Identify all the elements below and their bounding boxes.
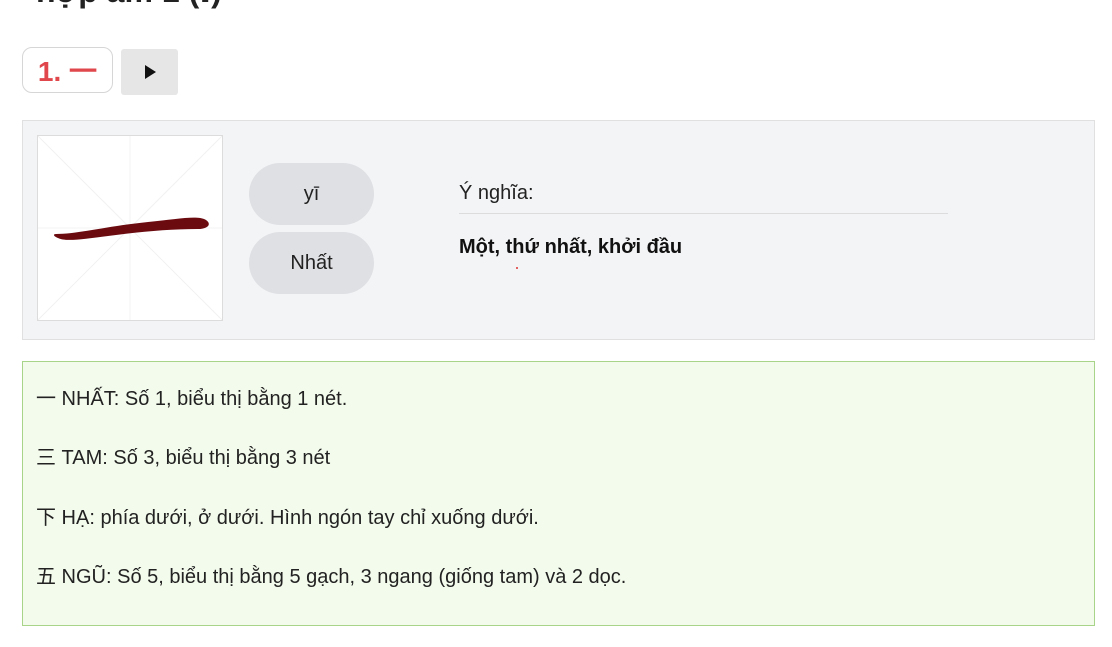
note-item: 下 HẠ: phía dưới, ở dưới. Hình ngón tay c… [36,501,539,530]
note-text: HẠ: phía dưới, ở dưới. Hình ngón tay chỉ… [56,507,539,529]
stroke-animation-box [37,135,223,321]
decorative-dot [516,267,518,269]
han-viet-button[interactable]: Nhất [249,232,374,294]
play-button[interactable] [121,49,178,95]
note-text: TAM: Số 3, biểu thị bằng 3 nét [56,447,331,469]
meaning-label: Ý nghĩa: [459,182,534,204]
note-item: 一 NHẤT: Số 1, biểu thị bằng 1 nét. [36,382,347,411]
meaning-text: Một, thứ nhất, khởi đầu [459,236,683,258]
note-text: NHẤT: Số 1, biểu thị bằng 1 nét. [56,388,348,410]
stroke-diagram [37,135,223,321]
play-icon [144,65,156,79]
character-card: yī Nhất Ý nghĩa: Một, thứ nhất, khởi đầu [22,120,1095,340]
note-char: 一 [36,386,56,410]
note-char: 三 [36,445,56,469]
notes-panel: 一 NHẤT: Số 1, biểu thị bằng 1 nét. 三 TAM… [22,361,1095,626]
lesson-number-badge[interactable]: 1. 一 [22,47,113,93]
note-char: 下 [36,505,56,529]
note-item: 五 NGŨ: Số 5, biểu thị bằng 5 gạch, 3 nga… [36,560,626,589]
meaning-divider [459,213,948,214]
page-title: hợp âm 1 (Ⅰ) [36,0,222,10]
pinyin-button[interactable]: yī [249,163,374,225]
note-char: 五 [36,564,56,588]
stroke-path [53,217,209,240]
note-text: NGŨ: Số 5, biểu thị bằng 5 gạch, 3 ngang… [56,566,627,588]
note-item: 三 TAM: Số 3, biểu thị bằng 3 nét [36,441,330,470]
